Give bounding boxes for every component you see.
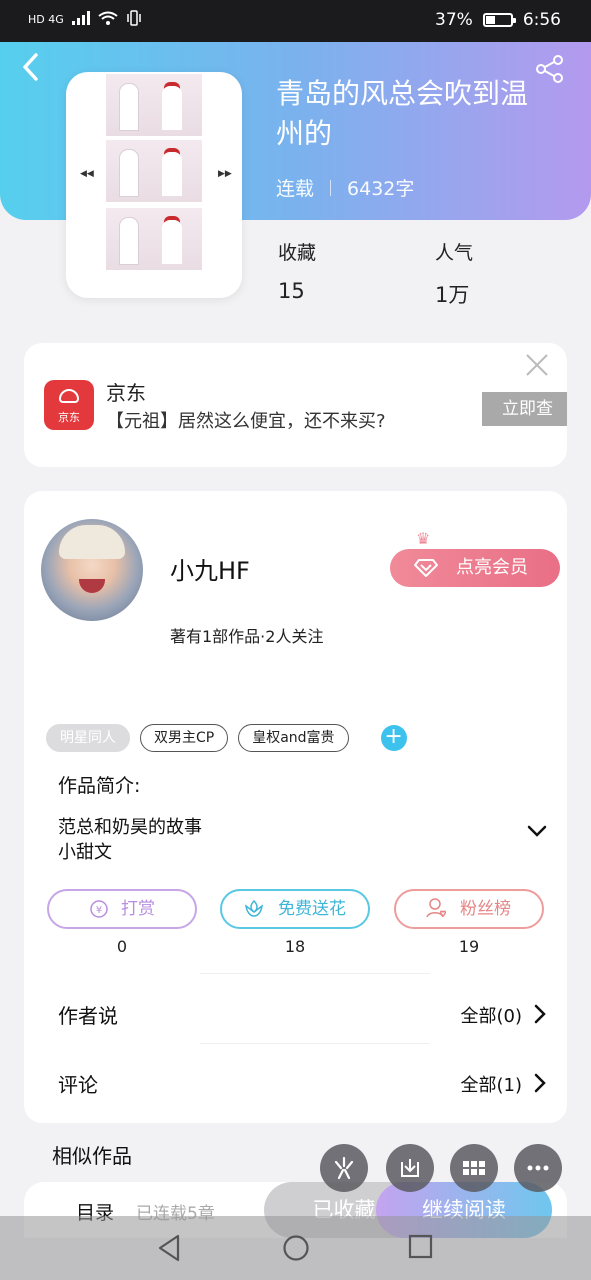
book-title: 青岛的风总会吹到温州的 bbox=[276, 77, 529, 150]
chevron-left-icon bbox=[23, 53, 38, 81]
add-tag-button[interactable]: + bbox=[380, 725, 407, 751]
fab-download-button[interactable] bbox=[386, 1144, 434, 1192]
fab-sparkle-button[interactable] bbox=[320, 1144, 368, 1192]
battery-percent: 37% bbox=[435, 10, 473, 30]
signal-icon bbox=[71, 11, 90, 28]
ad-description: 【元祖】居然这么便宜，还不来买? bbox=[106, 411, 386, 432]
forward-icon: ▶▶ bbox=[218, 169, 232, 179]
book-info-card: 小九HF 著有1部作品·2人关注 ♛ 点亮会员 明星同人 双男主CP 皇权and… bbox=[24, 491, 567, 1123]
vibrate-icon bbox=[126, 10, 142, 29]
fan-icon bbox=[426, 898, 446, 917]
cover-photo bbox=[106, 208, 202, 270]
intro-line: 小甜文 bbox=[58, 842, 112, 863]
chevron-right-icon bbox=[534, 1004, 546, 1024]
serial-status: 连载 bbox=[276, 178, 315, 200]
crown-icon: ♛ bbox=[416, 529, 431, 548]
tag[interactable]: 明星同人 bbox=[46, 724, 130, 752]
tag[interactable]: 皇权and富贵 bbox=[238, 724, 349, 752]
divider bbox=[200, 973, 430, 974]
stat-popularity: 人气 1万 bbox=[435, 238, 473, 309]
yen-icon: ¥ bbox=[90, 900, 108, 918]
tag[interactable]: 双男主CP bbox=[140, 724, 229, 752]
word-count: 6432字 bbox=[347, 178, 415, 200]
diamond-icon bbox=[414, 559, 438, 577]
status-left: HD 4G bbox=[28, 10, 142, 29]
author-notes-row[interactable]: 作者说 全部(0) bbox=[58, 994, 546, 1034]
back-button[interactable] bbox=[20, 52, 50, 88]
book-meta: 连载 6432字 bbox=[276, 174, 414, 201]
cover-photo bbox=[106, 74, 202, 136]
jd-dog-icon bbox=[59, 389, 79, 403]
grid-icon bbox=[463, 1161, 485, 1175]
stat-favorites: 收藏 15 bbox=[278, 238, 316, 303]
row-label: 作者说 bbox=[58, 1004, 118, 1028]
nav-home-icon[interactable] bbox=[282, 1234, 310, 1262]
similar-works-title: 相似作品 bbox=[52, 1144, 132, 1168]
vip-label: 点亮会员 bbox=[456, 557, 528, 578]
ad-card[interactable]: 京东 京东 【元祖】居然这么便宜，还不来买? 立即查 bbox=[24, 343, 567, 467]
author-meta: 著有1部作品·2人关注 bbox=[170, 627, 324, 646]
download-icon bbox=[401, 1159, 419, 1177]
action-label: 免费送花 bbox=[278, 899, 346, 919]
expand-intro-button[interactable] bbox=[526, 823, 548, 837]
ad-close-button[interactable] bbox=[525, 353, 549, 383]
status-right: 37% 6:56 bbox=[435, 10, 561, 30]
fan-count: 19 bbox=[458, 937, 480, 956]
stat-label: 人气 bbox=[435, 242, 474, 264]
author-avatar[interactable] bbox=[41, 519, 143, 621]
fab-grid-button[interactable] bbox=[450, 1144, 498, 1192]
action-label: 打赏 bbox=[121, 899, 155, 919]
nav-recents-icon[interactable] bbox=[408, 1234, 434, 1260]
tip-count: 0 bbox=[116, 937, 128, 956]
fab-more-button[interactable] bbox=[514, 1144, 562, 1192]
action-label: 粉丝榜 bbox=[460, 899, 511, 919]
divider bbox=[200, 1043, 430, 1044]
row-label: 评论 bbox=[58, 1073, 98, 1097]
vip-button[interactable]: 点亮会员 bbox=[390, 549, 560, 587]
jd-logo: 京东 bbox=[44, 380, 94, 430]
tip-button[interactable]: ¥ 打赏 bbox=[47, 889, 197, 929]
ad-brand: 京东 bbox=[106, 381, 146, 405]
clock: 6:56 bbox=[522, 10, 561, 30]
network-indicator: HD 4G bbox=[28, 13, 64, 26]
meta-divider bbox=[330, 179, 332, 196]
system-nav-bar bbox=[0, 1216, 591, 1280]
nav-back-icon[interactable] bbox=[156, 1234, 182, 1262]
close-icon bbox=[526, 354, 548, 376]
intro-title: 作品简介: bbox=[58, 775, 141, 797]
comments-row[interactable]: 评论 全部(1) bbox=[58, 1063, 546, 1103]
book-cover[interactable]: ◀◀ ▶▶ bbox=[66, 72, 242, 298]
send-flower-button[interactable]: 免费送花 bbox=[220, 889, 370, 929]
cover-photo bbox=[106, 140, 202, 202]
more-icon bbox=[527, 1165, 549, 1171]
tag-list: 明星同人 双男主CP 皇权and富贵 + bbox=[46, 724, 407, 752]
ad-logo-text: 京东 bbox=[58, 411, 80, 424]
sparkle-icon bbox=[334, 1156, 354, 1180]
battery-icon bbox=[482, 13, 516, 27]
flower-count: 18 bbox=[284, 937, 306, 956]
battery-fill bbox=[485, 16, 496, 24]
status-bar: HD 4G 37% 6:56 bbox=[0, 0, 591, 42]
stat-value: 15 bbox=[278, 279, 305, 303]
intro-line: 范总和奶昊的故事 bbox=[58, 817, 202, 838]
chevron-right-icon bbox=[534, 1073, 546, 1093]
row-link[interactable]: 全部(1) bbox=[461, 1071, 523, 1097]
ad-cta-button[interactable]: 立即查 bbox=[482, 392, 567, 426]
row-link[interactable]: 全部(0) bbox=[461, 1002, 523, 1028]
flower-icon bbox=[244, 899, 264, 917]
stat-label: 收藏 bbox=[278, 242, 317, 264]
wifi-icon bbox=[98, 11, 118, 28]
chevron-down-icon bbox=[527, 825, 547, 837]
fan-rank-button[interactable]: 粉丝榜 bbox=[394, 889, 544, 929]
rewind-icon: ◀◀ bbox=[80, 169, 94, 179]
svg-text:¥: ¥ bbox=[96, 905, 102, 916]
stat-value: 1万 bbox=[435, 283, 470, 307]
author-name[interactable]: 小九HF bbox=[170, 551, 250, 586]
